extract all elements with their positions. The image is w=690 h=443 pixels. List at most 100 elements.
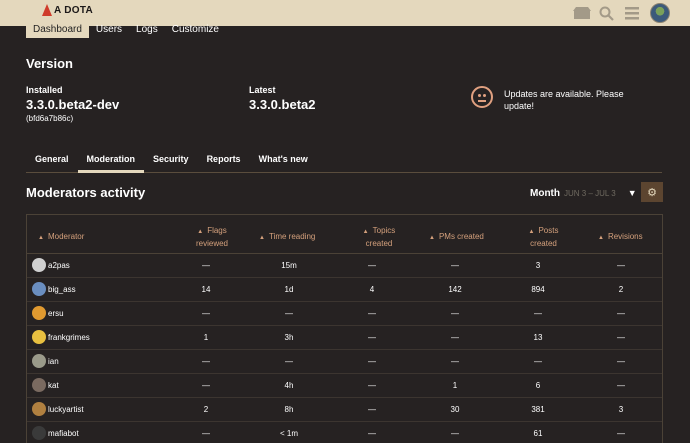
cell-time: 15m bbox=[281, 261, 297, 270]
table-row: ersu — — — — — — bbox=[27, 302, 662, 326]
cell-revisions: — bbox=[617, 381, 625, 390]
cell-topics: — bbox=[368, 333, 376, 342]
cell-revisions: — bbox=[617, 333, 625, 342]
period-range: JUN 3 – JUL 3 bbox=[564, 189, 616, 198]
col-posts-created[interactable]: ▲ Posts created bbox=[521, 225, 566, 250]
user-avatar[interactable] bbox=[32, 378, 46, 392]
cell-revisions: 3 bbox=[618, 405, 624, 414]
cell-revisions: 2 bbox=[618, 285, 624, 294]
cell-flags: — bbox=[202, 381, 210, 390]
user-avatar[interactable] bbox=[32, 426, 46, 440]
user-avatar[interactable] bbox=[32, 306, 46, 320]
col-pms-created[interactable]: ▲ PMs created bbox=[429, 231, 484, 244]
period-selector[interactable]: Month JUN 3 – JUL 3 ▼ bbox=[530, 188, 637, 199]
update-message: Updates are available. Please update! bbox=[504, 89, 624, 111]
cell-topics: — bbox=[368, 429, 376, 438]
col-flags-reviewed[interactable]: ▲ Flags reviewed bbox=[187, 225, 237, 250]
tab-security[interactable]: Security bbox=[144, 150, 198, 173]
cell-revisions: — bbox=[617, 357, 625, 366]
cell-flags: — bbox=[202, 357, 210, 366]
search-icon[interactable] bbox=[594, 3, 619, 23]
cell-pms: — bbox=[451, 357, 459, 366]
moderator-name[interactable]: ersu bbox=[48, 309, 64, 318]
user-avatar[interactable] bbox=[32, 402, 46, 416]
user-avatar[interactable] bbox=[650, 3, 670, 23]
tab-moderation[interactable]: Moderation bbox=[77, 150, 145, 173]
table-row: a2pas — 15m — — 3 — bbox=[27, 254, 662, 278]
moderator-name[interactable]: frankgrimes bbox=[48, 333, 90, 342]
cell-time: — bbox=[285, 309, 293, 318]
table-header: ▲ Moderator ▲ Flags reviewed ▲ Time reading… bbox=[27, 215, 662, 254]
cell-time: < 1m bbox=[279, 429, 298, 438]
cell-posts: — bbox=[534, 357, 542, 366]
dashboard-tabs: General Moderation Security Reports What… bbox=[26, 150, 662, 173]
table-row: frankgrimes 1 3h — — 13 — bbox=[27, 326, 662, 350]
cell-time: 4h bbox=[284, 381, 294, 390]
user-avatar[interactable] bbox=[32, 330, 46, 344]
user-avatar[interactable] bbox=[32, 282, 46, 296]
cell-pms: — bbox=[451, 429, 459, 438]
installed-hash[interactable]: (bfd6a7b86c) bbox=[26, 114, 73, 123]
cell-posts: 381 bbox=[531, 405, 545, 414]
moderator-name[interactable]: a2pas bbox=[48, 261, 70, 270]
store-icon[interactable] bbox=[569, 3, 594, 23]
col-time-reading[interactable]: ▲ Time reading bbox=[259, 231, 315, 244]
cell-pms: — bbox=[451, 333, 459, 342]
tab-general[interactable]: General bbox=[26, 150, 78, 173]
cell-flags: 1 bbox=[203, 333, 209, 342]
installed-label: Installed bbox=[26, 85, 63, 95]
user-avatar[interactable] bbox=[32, 258, 46, 272]
nav-users[interactable]: Users bbox=[89, 22, 129, 38]
cell-revisions: — bbox=[617, 429, 625, 438]
latest-version: 3.3.0.beta2 bbox=[249, 97, 316, 112]
col-topics-created[interactable]: ▲ Topics created bbox=[355, 225, 403, 250]
col-moderator[interactable]: ▲ Moderator bbox=[38, 231, 84, 244]
cell-pms: 1 bbox=[452, 381, 458, 390]
moderator-name[interactable]: kat bbox=[48, 381, 59, 390]
hamburger-icon[interactable] bbox=[619, 3, 644, 23]
moderator-name[interactable]: ian bbox=[48, 357, 59, 366]
cell-pms: — bbox=[451, 261, 459, 270]
header-icons bbox=[569, 0, 690, 26]
cell-time: 1d bbox=[284, 285, 294, 294]
cell-posts: 894 bbox=[531, 285, 545, 294]
cell-flags: — bbox=[202, 309, 210, 318]
nav-customize[interactable]: Customize bbox=[165, 22, 226, 38]
cell-posts: 6 bbox=[535, 381, 541, 390]
moderator-name[interactable]: luckyartist bbox=[48, 405, 84, 414]
caret-down-icon: ▼ bbox=[627, 188, 637, 198]
cell-time: 3h bbox=[284, 333, 294, 342]
cell-flags: — bbox=[202, 429, 210, 438]
settings-button[interactable]: ⚙ bbox=[641, 182, 663, 202]
tab-reports[interactable]: Reports bbox=[198, 150, 250, 173]
cell-pms: 142 bbox=[448, 285, 462, 294]
logo-mark-icon bbox=[42, 3, 52, 17]
moderator-name[interactable]: big_ass bbox=[48, 285, 76, 294]
admin-nav: Dashboard Users Logs Customize bbox=[26, 22, 226, 38]
nav-logs[interactable]: Logs bbox=[129, 22, 165, 38]
cell-topics: — bbox=[368, 261, 376, 270]
cell-time: — bbox=[285, 357, 293, 366]
cell-pms: 30 bbox=[450, 405, 460, 414]
cell-pms: — bbox=[451, 309, 459, 318]
moderators-title: Moderators activity bbox=[26, 185, 146, 200]
table-row: big_ass 14 1d 4 142 894 2 bbox=[27, 278, 662, 302]
version-title: Version bbox=[26, 56, 73, 71]
cell-flags: — bbox=[202, 261, 210, 270]
cell-topics: — bbox=[368, 357, 376, 366]
cell-time: 8h bbox=[284, 405, 294, 414]
table-row: luckyartist 2 8h — 30 381 3 bbox=[27, 398, 662, 422]
col-revisions[interactable]: ▲ Revisions bbox=[598, 231, 643, 244]
installed-version: 3.3.0.beta2-dev bbox=[26, 97, 120, 112]
tab-whats-new[interactable]: What's new bbox=[250, 150, 317, 173]
table-row: kat — 4h — 1 6 — bbox=[27, 374, 662, 398]
moderator-name[interactable]: mafiabot bbox=[48, 429, 79, 438]
nav-dashboard[interactable]: Dashboard bbox=[26, 22, 89, 38]
cell-posts: 3 bbox=[535, 261, 541, 270]
cell-topics: — bbox=[368, 381, 376, 390]
period-label: Month bbox=[530, 188, 560, 199]
site-logo[interactable]: A DOTA bbox=[42, 3, 93, 17]
user-avatar[interactable] bbox=[32, 354, 46, 368]
table-row: mafiabot — < 1m — — 61 — bbox=[27, 422, 662, 443]
neutral-face-icon bbox=[471, 86, 493, 108]
